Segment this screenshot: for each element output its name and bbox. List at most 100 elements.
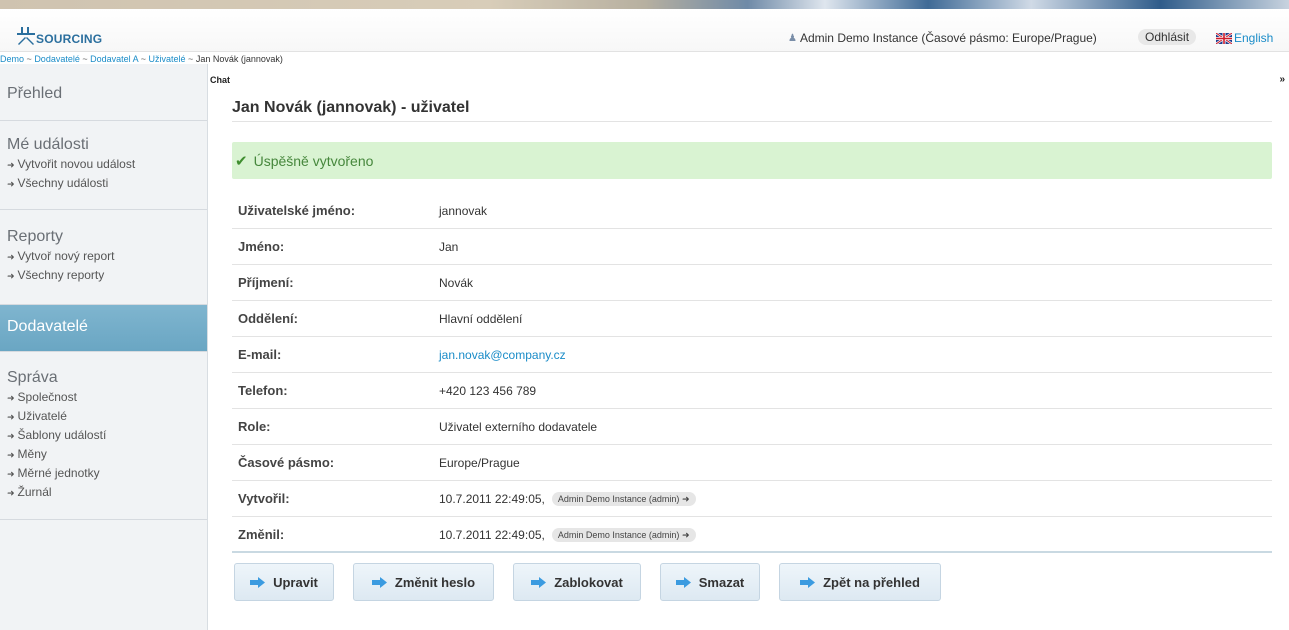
uk-flag-icon <box>1216 32 1232 44</box>
button-label: Změnit heslo <box>394 574 476 590</box>
chat-toggle-button[interactable]: » <box>1279 73 1285 87</box>
sidebar-link-label: Uživatelé <box>17 409 67 423</box>
detail-row-modified-by: Změnil: 10.7.2011 22:49:05, Admin Demo I… <box>232 517 1272 553</box>
field-value: Jan <box>439 240 459 254</box>
header-banner-strip <box>0 0 1289 9</box>
arrow-right-icon <box>531 576 547 588</box>
field-label: Vytvořil: <box>238 491 290 506</box>
arrow-right-icon: ➜ <box>7 450 15 460</box>
sidebar-link-event-templates[interactable]: ➜ Šablony událostí <box>0 426 207 445</box>
arrow-right-icon: ➜ <box>7 393 15 403</box>
edit-button[interactable]: Upravit <box>234 563 334 601</box>
sidebar-link-all-reports[interactable]: ➜ Všechny reporty <box>0 266 207 285</box>
change-password-button[interactable]: Změnit heslo <box>353 563 494 601</box>
pill-label: Admin Demo Instance (admin) <box>557 494 680 504</box>
sourcing-logo-icon <box>17 27 35 45</box>
arrow-right-icon: ➜ <box>7 179 15 189</box>
field-value: 10.7.2011 22:49:05, Admin Demo Instance … <box>439 492 696 506</box>
success-alert: ✔ Úspěšně vytvořeno <box>232 142 1272 179</box>
breadcrumb-separator: ~ <box>26 54 32 64</box>
email-link[interactable]: jan.novak@company.cz <box>439 348 566 362</box>
arrow-right-icon <box>250 576 266 588</box>
delete-button[interactable]: Smazat <box>660 563 760 601</box>
button-label: Zablokovat <box>554 574 623 590</box>
sidebar-link-units[interactable]: ➜ Měrné jednotky <box>0 464 207 483</box>
field-label: Role: <box>238 419 271 434</box>
created-timestamp: 10.7.2011 22:49:05, <box>439 492 545 506</box>
sidebar-link-label: Žurnál <box>17 485 52 499</box>
button-label: Zpět na přehled <box>823 574 920 590</box>
field-label: E-mail: <box>238 347 282 362</box>
arrow-right-icon <box>675 576 691 588</box>
user-info: ♟ Admin Demo Instance (Časové pásmo: Eur… <box>788 31 1097 45</box>
block-button[interactable]: Zablokovat <box>513 563 641 601</box>
field-label: Časové pásmo: <box>238 455 335 470</box>
modified-timestamp: 10.7.2011 22:49:05, <box>439 528 545 542</box>
field-label: Oddělení: <box>238 311 298 326</box>
sidebar-link-label: Měny <box>17 447 47 461</box>
detail-row-email: E-mail: jan.novak@company.cz <box>232 337 1272 373</box>
breadcrumb-separator: ~ <box>188 54 194 64</box>
detail-row-role: Role: Uživatel externího dodavatele <box>232 409 1272 445</box>
sidebar-title-reports[interactable]: Reporty <box>0 210 207 247</box>
breadcrumb-separator: ~ <box>140 54 146 64</box>
sidebar-link-create-event[interactable]: ➜ Vytvořit novou událost <box>0 155 207 174</box>
action-buttons: Upravit Změnit heslo Zablokovat Smazat Z… <box>232 563 1272 603</box>
chat-bar: Chat » <box>208 73 1289 87</box>
arrow-right-icon: ➜ <box>681 530 690 540</box>
created-by-user-link[interactable]: Admin Demo Instance (admin) ➜ <box>551 492 696 506</box>
button-label: Smazat <box>698 574 745 590</box>
language-label: English <box>1234 31 1274 45</box>
detail-row-created-by: Vytvořil: 10.7.2011 22:49:05, Admin Demo… <box>232 481 1272 517</box>
sidebar-link-users[interactable]: ➜ Uživatelé <box>0 407 207 426</box>
detail-row-first-name: Jméno: Jan <box>232 229 1272 265</box>
sidebar-link-label: Společnost <box>17 390 77 404</box>
pill-label: Admin Demo Instance (admin) <box>557 530 680 540</box>
sidebar-title-admin[interactable]: Správa <box>0 352 207 388</box>
sidebar-link-journal[interactable]: ➜ Žurnál <box>0 483 207 502</box>
chat-label[interactable]: Chat <box>210 73 230 87</box>
breadcrumb-link-demo[interactable]: Demo <box>0 54 24 64</box>
field-value: Hlavní oddělení <box>439 312 523 326</box>
title-divider <box>232 121 1272 122</box>
page-title: Jan Novák (jannovak) - uživatel <box>232 99 470 116</box>
field-value: Europe/Prague <box>439 456 520 470</box>
field-label: Jméno: <box>238 239 285 254</box>
logo[interactable]: SOURCING <box>17 23 102 45</box>
sidebar-link-create-report[interactable]: ➜ Vytvoř nový report <box>0 247 207 266</box>
field-label: Změnil: <box>238 527 285 542</box>
arrow-right-icon: ➜ <box>7 431 15 441</box>
back-to-overview-button[interactable]: Zpět na přehled <box>779 563 941 601</box>
arrow-right-icon: ➜ <box>7 252 15 262</box>
logout-button[interactable]: Odhlásit <box>1138 29 1197 45</box>
sidebar-link-label: Všechny reporty <box>17 268 105 282</box>
arrow-right-icon: ➜ <box>681 494 690 504</box>
detail-row-phone: Telefon: +420 123 456 789 <box>232 373 1272 409</box>
logo-text: SOURCING <box>36 32 103 46</box>
language-switch[interactable]: English <box>1216 31 1273 45</box>
field-value: +420 123 456 789 <box>439 384 537 398</box>
arrow-right-icon: ➜ <box>7 412 15 422</box>
breadcrumb-link-suppliers[interactable]: Dodavatelé <box>34 54 80 64</box>
sidebar-item-suppliers[interactable]: Dodavatelé <box>0 305 207 352</box>
sidebar-section-overview: Přehled <box>0 64 207 121</box>
breadcrumb-link-supplier-a[interactable]: Dodavatel A <box>90 54 138 64</box>
button-label: Upravit <box>273 574 318 590</box>
sidebar-item-overview[interactable]: Přehled <box>0 64 207 104</box>
sidebar-link-company[interactable]: ➜ Společnost <box>0 388 207 407</box>
field-label: Telefon: <box>238 383 288 398</box>
sidebar-link-label: Vytvoř nový report <box>17 249 115 263</box>
sidebar-link-label: Měrné jednotky <box>17 466 100 480</box>
header: SOURCING ♟ Admin Demo Instance (Časové p… <box>0 9 1289 52</box>
arrow-right-icon: ➜ <box>7 271 15 281</box>
field-value: 10.7.2011 22:49:05, Admin Demo Instance … <box>439 528 696 542</box>
sidebar-title-my-events[interactable]: Mé události <box>0 121 207 155</box>
sidebar-link-all-events[interactable]: ➜ Všechny události <box>0 174 207 193</box>
arrow-right-icon: ➜ <box>7 469 15 479</box>
sidebar-link-currencies[interactable]: ➜ Měny <box>0 445 207 464</box>
arrow-right-icon <box>800 576 816 588</box>
breadcrumb-link-users[interactable]: Uživatelé <box>149 54 186 64</box>
arrow-right-icon: ➜ <box>7 488 15 498</box>
modified-by-user-link[interactable]: Admin Demo Instance (admin) ➜ <box>551 528 696 542</box>
field-value: jan.novak@company.cz <box>439 348 566 362</box>
